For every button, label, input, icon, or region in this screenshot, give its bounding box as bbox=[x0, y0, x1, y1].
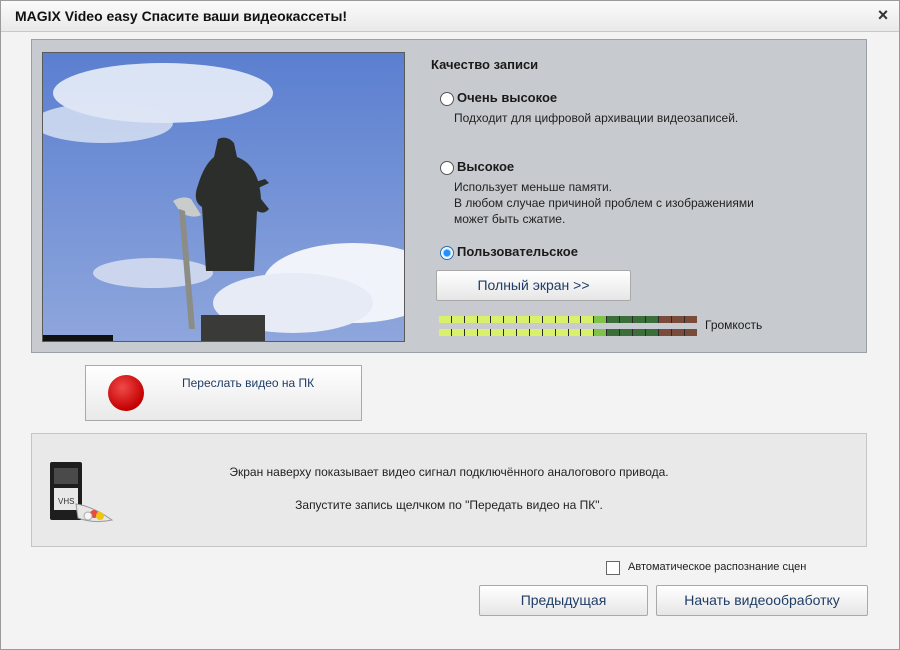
meter-segment bbox=[581, 329, 594, 336]
meter-segment bbox=[633, 329, 646, 336]
volume-label: Громкость bbox=[705, 318, 763, 332]
quality-title: Качество записи bbox=[431, 57, 539, 72]
option-description: Подходит для цифровой архивации видеозап… bbox=[454, 110, 738, 126]
meter-segment bbox=[607, 316, 620, 323]
window-title: MAGIX Video easy Спасите ваши видеокассе… bbox=[15, 8, 348, 24]
meter-segment bbox=[568, 329, 581, 336]
meter-segment bbox=[529, 329, 542, 336]
meter-segment bbox=[607, 329, 620, 336]
option-description: Использует меньше памяти. В любом случае… bbox=[454, 179, 754, 227]
fullscreen-button[interactable]: Полный экран >> bbox=[436, 270, 631, 301]
title-bar[interactable]: MAGIX Video easy Спасите ваши видеокассе… bbox=[1, 1, 899, 32]
meter-segment bbox=[477, 329, 490, 336]
meter-segment bbox=[659, 316, 672, 323]
meter-segment bbox=[633, 316, 646, 323]
option-label: Пользовательское bbox=[457, 244, 578, 259]
meter-segment bbox=[464, 329, 477, 336]
meter-segment bbox=[451, 329, 464, 336]
meter-segment bbox=[646, 329, 659, 336]
option-label: Очень высокое bbox=[457, 90, 558, 105]
meter-segment bbox=[516, 329, 529, 336]
meter-segment bbox=[464, 316, 477, 323]
record-icon bbox=[108, 375, 144, 411]
desc-line: В любом случае причиной проблем с изобра… bbox=[454, 196, 754, 210]
desc-line: может быть сжатие. bbox=[454, 212, 566, 226]
meter-segment bbox=[451, 316, 464, 323]
start-processing-button[interactable]: Начать видеообработку bbox=[656, 585, 868, 616]
auto-scene-checkbox[interactable] bbox=[606, 561, 620, 575]
meter-segment bbox=[672, 316, 685, 323]
volume-meter-right bbox=[439, 329, 698, 336]
auto-scene-label[interactable]: Автоматическое распознание сцен bbox=[628, 561, 806, 573]
meter-segment bbox=[490, 316, 503, 323]
info-line-2: Запустите запись щелчком по "Передать ви… bbox=[295, 498, 603, 512]
info-panel: VHS Экран наверху показывает видео сигна… bbox=[31, 433, 867, 547]
meter-segment bbox=[646, 316, 659, 323]
meter-segment bbox=[620, 316, 633, 323]
meter-segment bbox=[685, 316, 698, 323]
info-line-1: Экран наверху показывает видео сигнал по… bbox=[229, 465, 669, 479]
meter-segment bbox=[516, 316, 529, 323]
meter-segment bbox=[659, 329, 672, 336]
preview-panel: Качество записи Очень высокое Подходит д… bbox=[31, 39, 867, 353]
previous-button[interactable]: Предыдущая bbox=[479, 585, 648, 616]
meter-segment bbox=[555, 329, 568, 336]
meter-segment bbox=[490, 329, 503, 336]
meter-segment bbox=[503, 329, 516, 336]
desc-line: Использует меньше памяти. bbox=[454, 180, 613, 194]
meter-segment bbox=[555, 316, 568, 323]
close-icon[interactable]: × bbox=[873, 5, 893, 25]
meter-segment bbox=[529, 316, 542, 323]
send-to-pc-button[interactable]: Переслать видео на ПК bbox=[85, 365, 362, 421]
radio-custom[interactable] bbox=[440, 246, 454, 260]
volume-meter-left bbox=[439, 316, 698, 323]
radio-high[interactable] bbox=[440, 161, 454, 175]
meter-segment bbox=[503, 316, 516, 323]
desc-line: Подходит для цифровой архивации видеозап… bbox=[454, 111, 739, 125]
meter-segment bbox=[581, 316, 594, 323]
meter-segment bbox=[685, 329, 698, 336]
meter-segment bbox=[439, 329, 451, 336]
meter-segment bbox=[477, 316, 490, 323]
video-preview bbox=[42, 52, 405, 342]
meter-segment bbox=[672, 329, 685, 336]
meter-segment bbox=[439, 316, 451, 323]
meter-segment bbox=[542, 316, 555, 323]
dialog-window: MAGIX Video easy Спасите ваши видеокассе… bbox=[0, 0, 900, 650]
meter-segment bbox=[594, 329, 607, 336]
meter-segment bbox=[542, 329, 555, 336]
meter-segment bbox=[620, 329, 633, 336]
option-label: Высокое bbox=[457, 159, 515, 174]
send-to-pc-label: Переслать видео на ПК bbox=[182, 376, 315, 390]
radio-very-high[interactable] bbox=[440, 92, 454, 106]
meter-segment bbox=[594, 316, 607, 323]
meter-segment bbox=[568, 316, 581, 323]
